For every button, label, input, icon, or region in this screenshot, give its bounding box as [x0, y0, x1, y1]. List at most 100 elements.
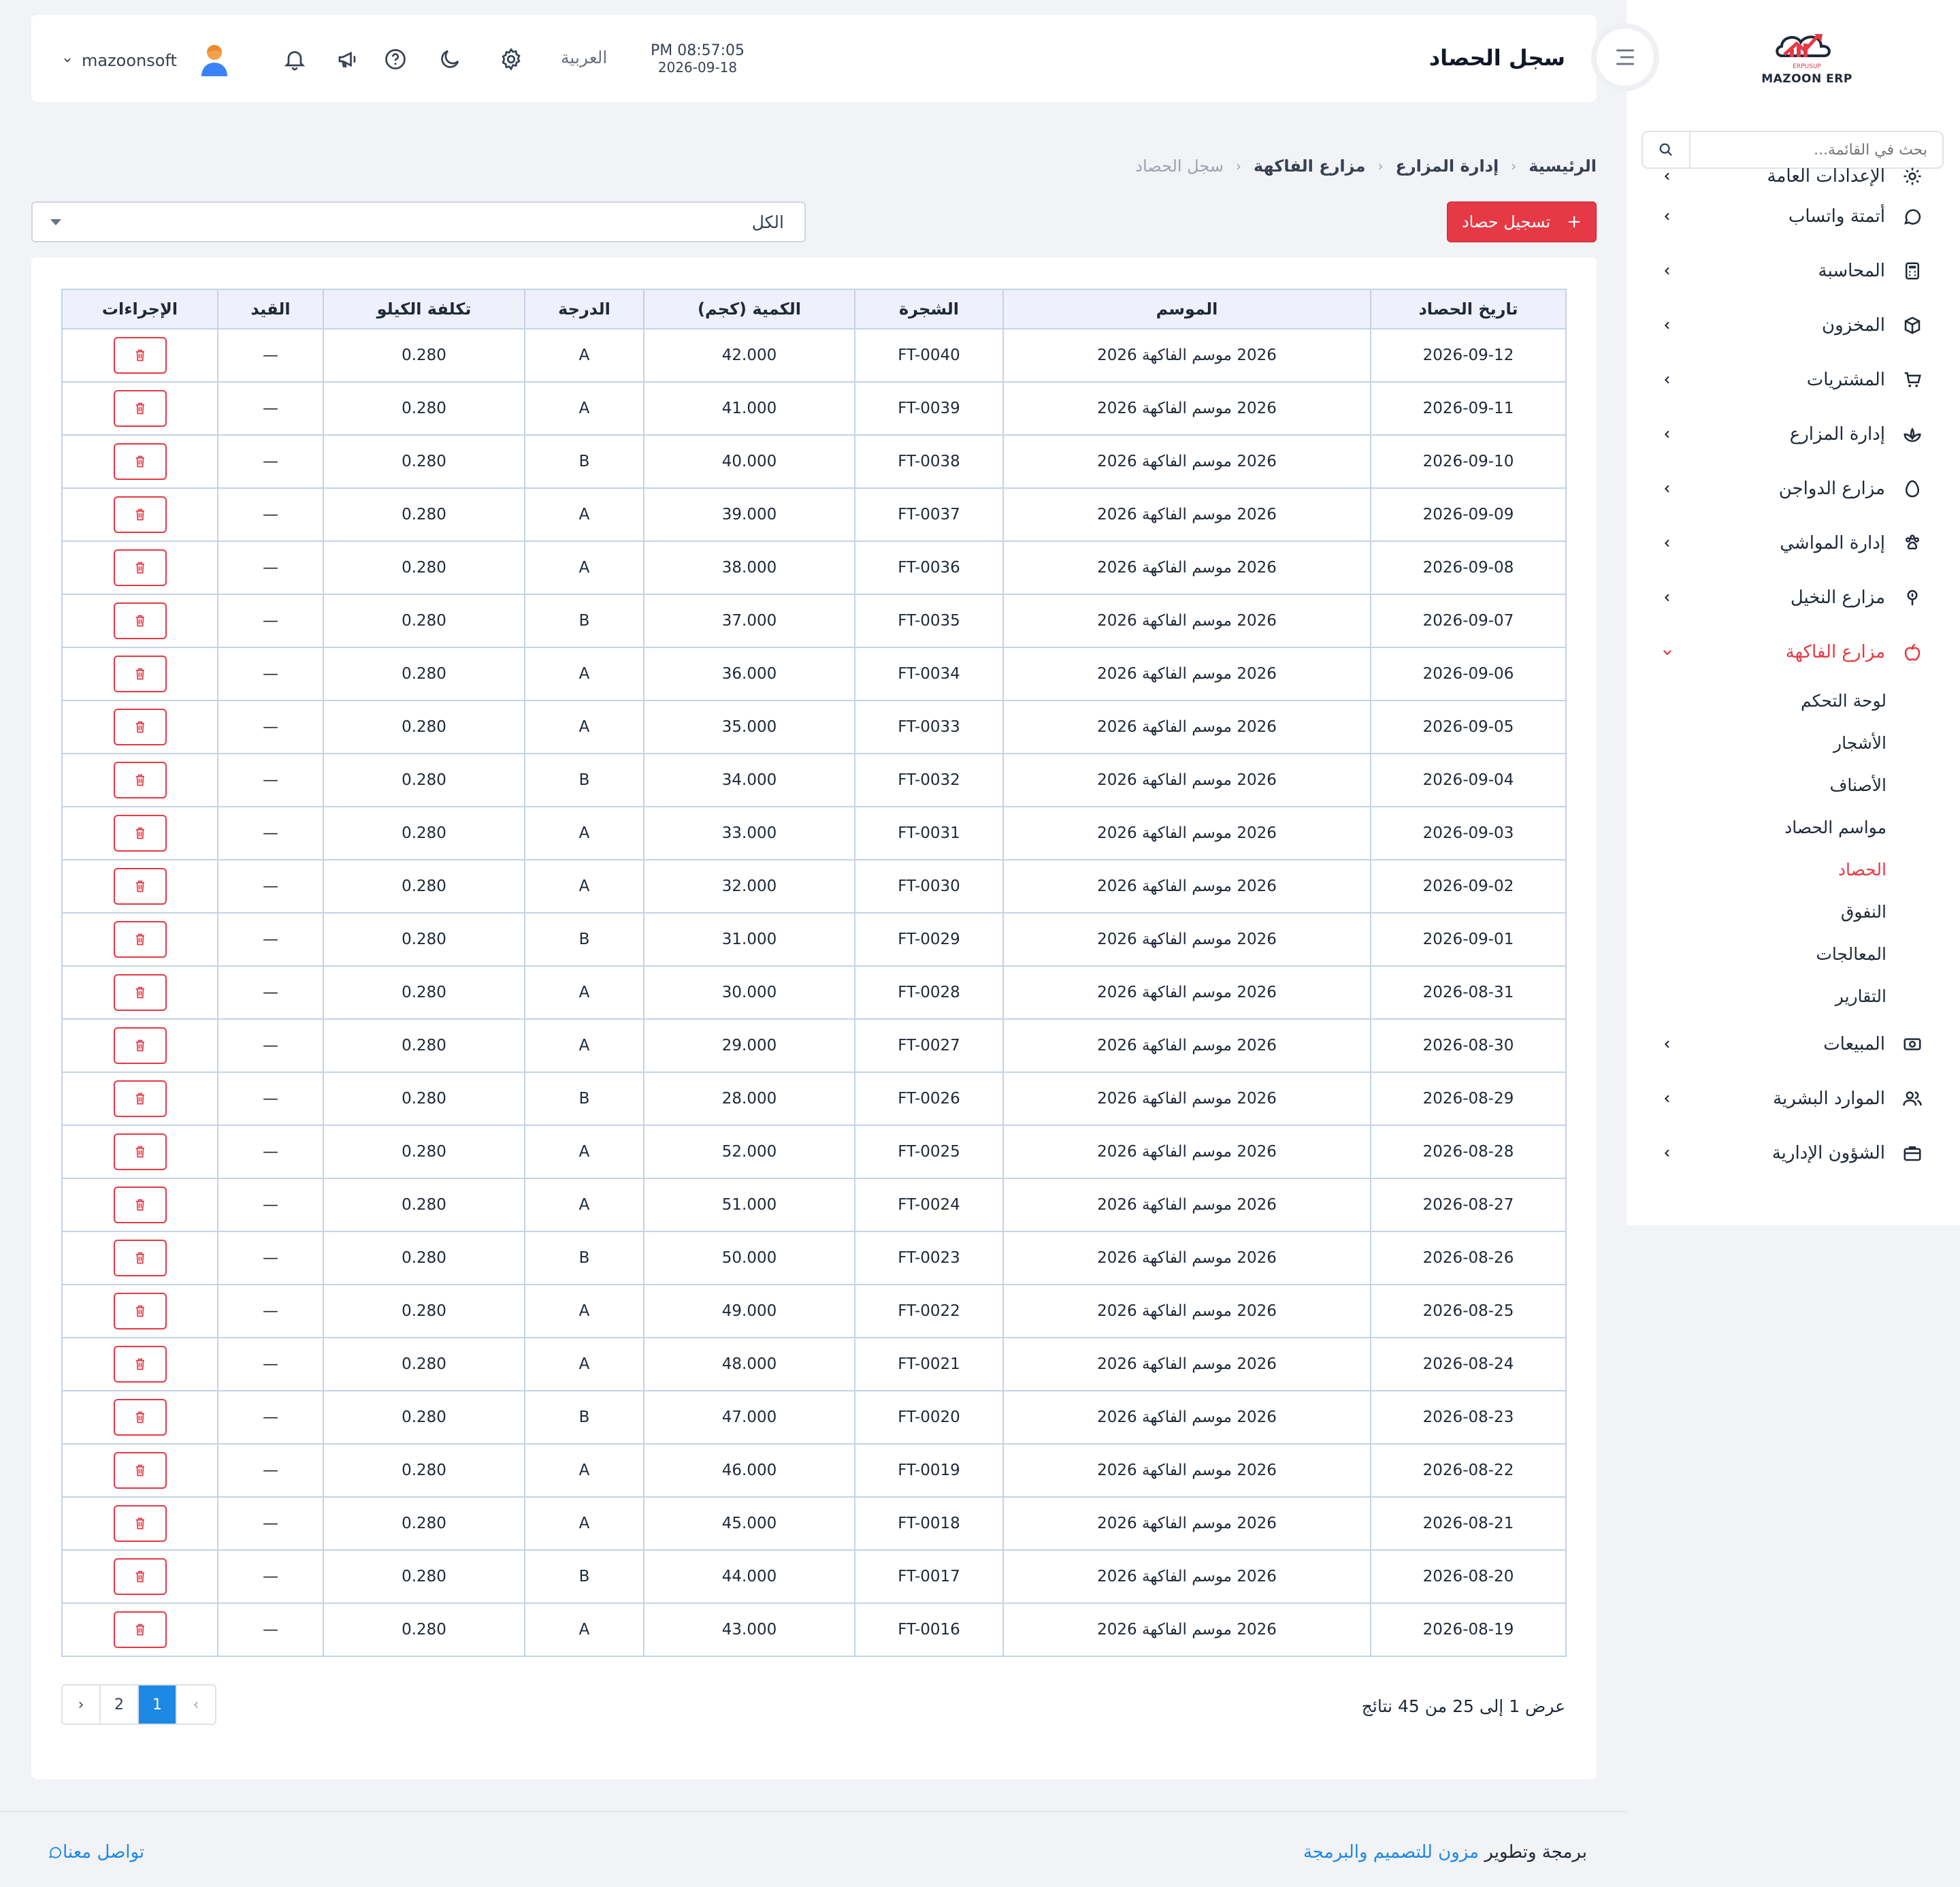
- cell-cost-per-kilo: 0.280: [323, 647, 525, 701]
- sidebar-item-hr[interactable]: الموارد البشرية: [1627, 1071, 1960, 1126]
- sidebar-item-administration[interactable]: الشؤون الإدارية: [1627, 1126, 1960, 1180]
- season-filter-select[interactable]: الكل: [31, 201, 806, 242]
- contact-us-link[interactable]: تواصل معنا: [38, 1842, 144, 1862]
- delete-button[interactable]: [113, 1080, 167, 1117]
- delete-button[interactable]: [113, 337, 167, 374]
- sidebar-item-purchases[interactable]: المشتريات: [1627, 353, 1960, 407]
- pagination-page-2[interactable]: 2: [101, 1686, 139, 1724]
- chevron-left-icon: [1654, 374, 1681, 385]
- sidebar-item-fruit-farms[interactable]: مزارع الفاكهة: [1627, 625, 1960, 679]
- delete-button[interactable]: [113, 496, 167, 533]
- delete-button[interactable]: [113, 390, 167, 427]
- trash-icon: [135, 1570, 144, 1583]
- delete-button[interactable]: [113, 1133, 167, 1170]
- delete-button[interactable]: [113, 549, 167, 586]
- table-row: 2026-09-04 2026 موسم الفاكهة 2026 FT-0032 3…: [61, 753, 1567, 807]
- submenu-item-mortality[interactable]: النفوق: [1627, 890, 1960, 933]
- cell-grade: A: [524, 1284, 644, 1338]
- delete-button[interactable]: [113, 656, 167, 692]
- cell-grade: B: [524, 1390, 644, 1445]
- help-icon[interactable]: [381, 45, 410, 74]
- delete-button[interactable]: [113, 1187, 167, 1223]
- breadcrumb-home[interactable]: الرئيسية: [1529, 157, 1597, 176]
- cell-entry: —: [217, 806, 324, 860]
- submenu-item-treatments[interactable]: المعالجات: [1627, 933, 1960, 975]
- sidebar-item-label: المحاسبة: [1818, 261, 1885, 281]
- cell-entry: —: [217, 1284, 324, 1338]
- delete-button[interactable]: [113, 974, 167, 1011]
- user-menu[interactable]: mazoonsoft: [63, 42, 231, 79]
- sidebar-item-whatsapp[interactable]: أتمتة واتساب: [1627, 189, 1960, 244]
- delete-button[interactable]: [113, 868, 167, 905]
- table-row: 2026-08-23 2026 موسم الفاكهة 2026 FT-0020 4…: [61, 1390, 1567, 1445]
- delete-button[interactable]: [113, 1346, 167, 1383]
- cell-tree: FT-0026: [854, 1071, 1004, 1126]
- cell-entry: —: [217, 753, 324, 807]
- sidebar-item-accounting[interactable]: المحاسبة: [1627, 244, 1960, 298]
- delete-button[interactable]: [113, 602, 167, 639]
- submenu-item-harvest[interactable]: الحصاد: [1627, 848, 1960, 890]
- sidebar-search-input[interactable]: [1690, 132, 1942, 167]
- delete-button[interactable]: [113, 443, 167, 480]
- cell-entry: —: [217, 1125, 324, 1179]
- cell-date: 2026-08-31: [1370, 965, 1567, 1020]
- megaphone-icon[interactable]: [333, 45, 362, 74]
- sidebar-toggle-button[interactable]: [1597, 29, 1654, 86]
- sidebar-item-palm[interactable]: مزارع النخيل: [1627, 570, 1960, 625]
- apple-icon: [1900, 640, 1925, 664]
- delete-button[interactable]: [113, 1240, 167, 1276]
- submenu-item-reports[interactable]: التقارير: [1627, 975, 1960, 1017]
- cell-season: 2026 موسم الفاكهة 2026: [1002, 700, 1371, 754]
- clock: PM 08:57:05 2026-09-18: [647, 42, 749, 76]
- cell-actions: [61, 1231, 218, 1285]
- bell-icon[interactable]: [280, 45, 309, 74]
- table-row: 2026-08-25 2026 موسم الفاكهة 2026 FT-0022 4…: [61, 1284, 1567, 1338]
- language-switch[interactable]: العربية: [561, 48, 607, 67]
- table-row: 2026-09-08 2026 موسم الفاكهة 2026 FT-0036 3…: [61, 541, 1567, 595]
- delete-button[interactable]: [113, 1399, 167, 1436]
- sidebar-item-inventory[interactable]: المخزون: [1627, 298, 1960, 353]
- credit-link[interactable]: مزون للتصميم والبرمجة: [1303, 1842, 1479, 1862]
- delete-button[interactable]: [113, 1027, 167, 1064]
- logo-subtext: ERPUSUP: [1793, 63, 1821, 70]
- cell-quantity: 44.000: [643, 1549, 855, 1604]
- add-harvest-button[interactable]: + تسجيل حصاد: [1447, 201, 1597, 242]
- sidebar-item-farm-management[interactable]: إدارة المزارع: [1627, 407, 1960, 462]
- sidebar-item-livestock[interactable]: إدارة المواشي: [1627, 516, 1960, 570]
- delete-button[interactable]: [113, 1558, 167, 1595]
- submenu-item-varieties[interactable]: الأصناف: [1627, 764, 1960, 806]
- submenu-item-harvest-seasons[interactable]: مواسم الحصاد: [1627, 806, 1960, 848]
- submenu-item-dashboard[interactable]: لوحة التحكم: [1627, 679, 1960, 722]
- delete-button[interactable]: [113, 1611, 167, 1648]
- search-icon[interactable]: [1643, 132, 1690, 167]
- pagination-prev-button[interactable]: ‹: [177, 1686, 215, 1724]
- breadcrumb-fruit-farms[interactable]: مزارع الفاكهة: [1254, 157, 1365, 176]
- delete-button[interactable]: [113, 1452, 167, 1489]
- delete-button[interactable]: [113, 815, 167, 852]
- delete-button[interactable]: [113, 1293, 167, 1329]
- cell-actions: [61, 487, 218, 542]
- delete-button[interactable]: [113, 709, 167, 745]
- sidebar-item-label: المخزون: [1822, 315, 1885, 336]
- cell-quantity: 31.000: [643, 912, 855, 967]
- pagination-page-1[interactable]: 1: [139, 1686, 177, 1724]
- submenu-item-trees[interactable]: الأشجار: [1627, 722, 1960, 764]
- table-row: 2026-09-07 2026 موسم الفاكهة 2026 FT-0035 3…: [61, 594, 1567, 648]
- delete-button[interactable]: [113, 1505, 167, 1542]
- sidebar-item-general-settings[interactable]: الإعدادات العامة: [1627, 163, 1960, 189]
- table-row: 2026-08-19 2026 موسم الفاكهة 2026 FT-0016 4…: [61, 1602, 1567, 1657]
- chevron-down-icon: [1654, 646, 1681, 658]
- pagination-next-button[interactable]: ›: [63, 1686, 101, 1724]
- delete-button[interactable]: [113, 762, 167, 799]
- breadcrumb-farm-management[interactable]: إدارة المزارع: [1395, 157, 1499, 176]
- sidebar-item-sales[interactable]: المبيعات: [1627, 1017, 1960, 1071]
- sidebar-item-poultry[interactable]: مزارع الدواجن: [1627, 462, 1960, 516]
- cell-actions: [61, 753, 218, 807]
- cell-tree: FT-0036: [854, 541, 1004, 595]
- cell-cost-per-kilo: 0.280: [323, 1337, 525, 1391]
- cell-actions: [61, 700, 218, 754]
- moon-icon[interactable]: [436, 45, 464, 74]
- cell-cost-per-kilo: 0.280: [323, 1602, 525, 1657]
- settings-gear-icon[interactable]: [497, 45, 525, 74]
- delete-button[interactable]: [113, 921, 167, 958]
